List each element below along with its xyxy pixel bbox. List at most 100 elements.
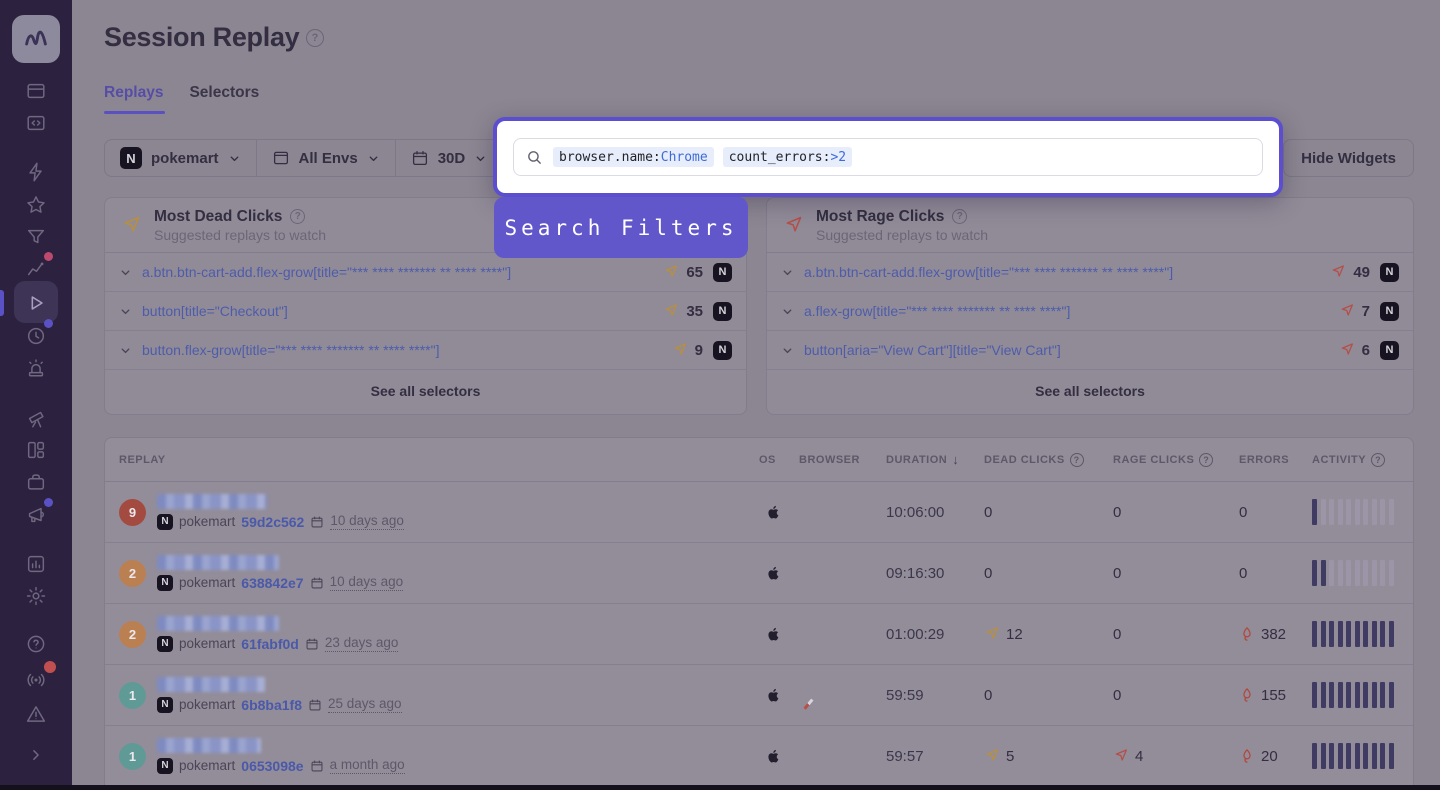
sidebar-item-session-replay[interactable] — [0, 287, 72, 319]
sidebar-item-code[interactable] — [0, 107, 72, 139]
activity-bar — [1372, 499, 1377, 525]
sidebar-item-errors[interactable] — [0, 156, 72, 188]
replay-row[interactable]: 1 N pokemart 0653098e a month ago 59:57 — [105, 726, 1413, 787]
count-value: 35 — [686, 303, 703, 320]
rage-clicks-cell: 0 — [1113, 626, 1239, 643]
help-icon[interactable]: ? — [290, 209, 305, 224]
activity-cell — [1312, 743, 1413, 769]
sidebar-item-broadcast[interactable] — [0, 664, 72, 696]
search-filter-chip[interactable]: count_errors:>2 — [723, 147, 852, 167]
chevron-right-icon — [26, 745, 46, 765]
selector-link[interactable]: button[aria="View Cart"][title="View Car… — [804, 342, 1329, 358]
replay-row[interactable]: 2 N pokemart 638842e7 10 days ago 09:16:… — [105, 543, 1413, 604]
activity-bar — [1380, 682, 1385, 708]
date-range-selector[interactable]: 30D — [395, 140, 503, 176]
selector-row[interactable]: button[aria="View Cart"][title="View Car… — [767, 331, 1413, 370]
click-count: 7 — [1339, 303, 1370, 320]
sidebar-item-announcements[interactable] — [0, 499, 72, 531]
activity-bar — [1389, 499, 1394, 525]
help-icon[interactable]: ? — [1199, 453, 1213, 467]
dead-clicks-value: 0 — [984, 687, 992, 704]
tab-bar: Replays Selectors — [104, 84, 259, 114]
search-input[interactable]: browser.name:Chrome count_errors:>2 — [513, 138, 1263, 176]
title-help-icon[interactable]: ? — [306, 29, 324, 47]
session-age[interactable]: 10 days ago — [330, 574, 404, 591]
selector-link[interactable]: a.btn.btn-cart-add.flex-grow[title="*** … — [804, 264, 1320, 280]
sidebar-item-metrics[interactable] — [0, 548, 72, 580]
selector-link[interactable]: a.btn.btn-cart-add.flex-grow[title="*** … — [142, 264, 653, 280]
col-activity[interactable]: ACTIVITY? — [1312, 453, 1413, 467]
sidebar-item-archive[interactable] — [0, 466, 72, 498]
chevron-down-icon[interactable] — [781, 344, 794, 357]
session-id-link[interactable]: 59d2c562 — [241, 514, 304, 530]
rage-clicks-value: 0 — [1113, 504, 1121, 521]
tab-replays[interactable]: Replays — [104, 84, 163, 114]
filter-group: N pokemart All Envs 30D — [104, 139, 503, 177]
col-replay[interactable]: REPLAY — [105, 454, 759, 466]
help-icon[interactable]: ? — [952, 209, 967, 224]
selector-row[interactable]: button[title="Checkout"] 35 N — [105, 292, 746, 331]
sidebar-item-settings[interactable] — [0, 580, 72, 612]
col-dead-clicks[interactable]: DEAD CLICKS? — [984, 453, 1113, 467]
session-age[interactable]: 23 days ago — [325, 635, 399, 652]
sidebar-item-dashboards[interactable] — [0, 434, 72, 466]
selector-row[interactable]: a.btn.btn-cart-add.flex-grow[title="*** … — [767, 253, 1413, 292]
calendar-icon — [310, 576, 324, 590]
col-os[interactable]: OS — [759, 454, 799, 466]
chevron-down-icon[interactable] — [119, 266, 132, 279]
col-duration[interactable]: DURATION↓ — [886, 452, 984, 467]
sidebar-item-history[interactable] — [0, 320, 72, 352]
chevron-down-icon[interactable] — [781, 266, 794, 279]
sidebar-item-issues[interactable] — [0, 698, 72, 730]
replay-row[interactable]: 9 N pokemart 59d2c562 10 days ago 10:06:… — [105, 482, 1413, 543]
sidebar-item-help[interactable] — [0, 628, 72, 660]
page-title: Session Replay — [104, 22, 299, 53]
sidebar-item-discover[interactable] — [0, 402, 72, 434]
project-selector[interactable]: N pokemart — [105, 140, 256, 176]
selector-row[interactable]: a.flex-grow[title="*** **** ******* ** *… — [767, 292, 1413, 331]
selector-link[interactable]: a.flex-grow[title="*** **** ******* ** *… — [804, 303, 1329, 319]
environment-selector[interactable]: All Envs — [256, 140, 395, 176]
session-id-link[interactable]: 638842e7 — [241, 575, 303, 591]
help-icon[interactable]: ? — [1070, 453, 1084, 467]
selector-link[interactable]: button[title="Checkout"] — [142, 303, 653, 319]
selector-row[interactable]: a.btn.btn-cart-add.flex-grow[title="*** … — [105, 253, 746, 292]
sidebar-item-favorites[interactable] — [0, 189, 72, 221]
chevron-down-icon[interactable] — [119, 305, 132, 318]
chevron-down-icon[interactable] — [781, 305, 794, 318]
hide-widgets-button[interactable]: Hide Widgets — [1283, 139, 1414, 177]
session-age[interactable]: a month ago — [330, 757, 405, 774]
col-errors[interactable]: ERRORS — [1239, 454, 1312, 466]
errors-value: 0 — [1239, 504, 1247, 521]
session-age[interactable]: 25 days ago — [328, 696, 402, 713]
replay-row[interactable]: 1 N pokemart 6b8ba1f8 25 days ago 59:59 — [105, 665, 1413, 726]
help-icon[interactable]: ? — [1371, 453, 1385, 467]
notification-dot — [44, 252, 53, 261]
activity-cell — [1312, 499, 1413, 525]
sidebar-item-funnels[interactable] — [0, 221, 72, 253]
tab-selectors[interactable]: Selectors — [189, 84, 259, 114]
search-filter-chip[interactable]: browser.name:Chrome — [553, 147, 714, 167]
activity-bar — [1363, 743, 1368, 769]
session-age[interactable]: 10 days ago — [330, 513, 404, 530]
chevron-down-icon[interactable] — [119, 344, 132, 357]
duration-cell: 59:57 — [886, 748, 984, 765]
session-id-link[interactable]: 6b8ba1f8 — [241, 697, 302, 713]
session-id-link[interactable]: 61fabf0d — [241, 636, 299, 652]
chevron-down-icon — [474, 152, 487, 165]
redacted-user-name — [157, 555, 279, 570]
col-browser[interactable]: BROWSER — [799, 454, 886, 466]
sidebar-item-alerts[interactable] — [0, 352, 72, 384]
sidebar-item-sessions[interactable] — [0, 75, 72, 107]
dead-clicks-value: 0 — [984, 504, 992, 521]
session-id-link[interactable]: 0653098e — [241, 758, 303, 774]
see-all-selectors-button[interactable]: See all selectors — [105, 370, 746, 411]
app-logo[interactable] — [12, 15, 60, 63]
col-rage-clicks[interactable]: RAGE CLICKS? — [1113, 453, 1239, 467]
replay-row[interactable]: 2 N pokemart 61fabf0d 23 days ago 01:00:… — [105, 604, 1413, 665]
selector-link[interactable]: button.flex-grow[title="*** **** *******… — [142, 342, 662, 358]
selector-rows: a.btn.btn-cart-add.flex-grow[title="*** … — [105, 253, 746, 370]
selector-row[interactable]: button.flex-grow[title="*** **** *******… — [105, 331, 746, 370]
sidebar-collapse[interactable] — [0, 739, 72, 771]
see-all-selectors-button[interactable]: See all selectors — [767, 370, 1413, 411]
